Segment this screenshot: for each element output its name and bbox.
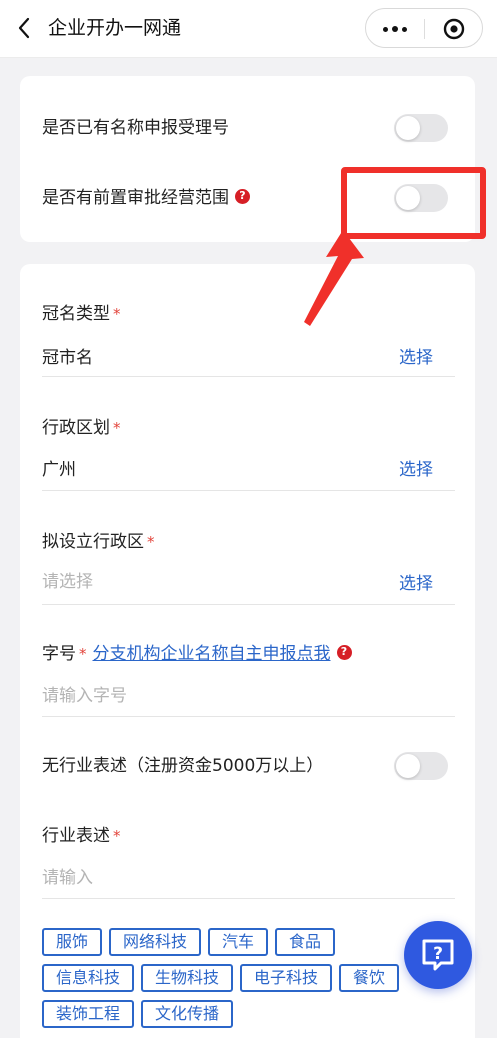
- pre-approval-label: 是否有前置审批经营范围?: [42, 186, 250, 210]
- district-select-button[interactable]: 选择: [399, 458, 433, 482]
- target-icon: [443, 18, 465, 40]
- crown-type-value[interactable]: 冠市名: [42, 346, 93, 370]
- navigation-bar: 企业开办一网通: [0, 0, 497, 58]
- proposed-district-label: 拟设立行政区 *: [42, 532, 155, 552]
- industry-tag[interactable]: 生物科技: [141, 964, 234, 992]
- industry-tag-list: 服饰 网络科技 汽车 食品 信息科技 生物科技 电子科技 餐饮 装饰工程 文化传…: [42, 928, 402, 1028]
- required-mark: *: [113, 419, 121, 437]
- industry-tag[interactable]: 餐饮: [339, 964, 400, 992]
- divider: [42, 716, 455, 717]
- has-name-number-label: 是否已有名称申报受理号: [42, 118, 229, 138]
- svg-text:?: ?: [433, 944, 443, 964]
- chevron-left-icon: [18, 17, 30, 39]
- crown-type-label: 冠名类型 *: [42, 304, 121, 324]
- more-icon: [383, 26, 388, 32]
- annotation-arrow-icon: [304, 230, 364, 326]
- district-value[interactable]: 广州: [42, 458, 76, 482]
- required-mark: *: [147, 533, 155, 551]
- miniprogram-capsule: [365, 8, 483, 48]
- required-mark: *: [113, 305, 121, 323]
- required-mark: *: [113, 827, 121, 845]
- industry-tag[interactable]: 电子科技: [240, 964, 333, 992]
- page-title: 企业开办一网通: [48, 17, 182, 39]
- industry-tag[interactable]: 食品: [275, 928, 336, 956]
- industry-tag[interactable]: 文化传播: [141, 1000, 234, 1028]
- divider: [42, 376, 455, 377]
- trade-name-input[interactable]: 请输入字号: [42, 684, 127, 708]
- required-mark: *: [79, 645, 87, 663]
- industry-tag[interactable]: 装饰工程: [42, 1000, 135, 1028]
- divider: [42, 490, 455, 491]
- industry-tag[interactable]: 网络科技: [109, 928, 202, 956]
- crown-type-select-button[interactable]: 选择: [399, 346, 433, 370]
- back-button[interactable]: [12, 12, 36, 44]
- help-icon[interactable]: ?: [235, 188, 250, 204]
- industry-tag[interactable]: 信息科技: [42, 964, 135, 992]
- question-chat-icon: ?: [422, 939, 454, 971]
- customer-service-button[interactable]: ?: [404, 921, 472, 989]
- help-icon[interactable]: ?: [336, 644, 352, 660]
- no-industry-switch[interactable]: [394, 752, 448, 780]
- proposed-district-value[interactable]: 请选择: [42, 570, 93, 594]
- district-label: 行政区划 *: [42, 418, 121, 438]
- divider: [42, 604, 455, 605]
- has-name-number-switch[interactable]: [394, 114, 448, 142]
- industry-tag[interactable]: 服饰: [42, 928, 103, 956]
- industry-label: 行业表述 *: [42, 826, 121, 846]
- more-button[interactable]: [366, 9, 424, 49]
- no-industry-label: 无行业表述（注册资金5000万以上）: [42, 756, 324, 776]
- proposed-district-select-button[interactable]: 选择: [399, 572, 433, 596]
- industry-input[interactable]: 请输入: [42, 866, 93, 890]
- divider: [42, 898, 455, 899]
- industry-tag[interactable]: 汽车: [208, 928, 269, 956]
- branch-name-self-declare-link[interactable]: 分支机构企业名称自主申报点我: [93, 644, 331, 664]
- name-form-card: 冠名类型 * 冠市名 选择 行政区划 * 广州 选择 拟设立行政区 * 请选择 选择 …: [20, 264, 475, 1038]
- close-miniprogram-button[interactable]: [425, 9, 483, 49]
- trade-name-label: 字号 * 分支机构企业名称自主申报点我?: [42, 642, 352, 666]
